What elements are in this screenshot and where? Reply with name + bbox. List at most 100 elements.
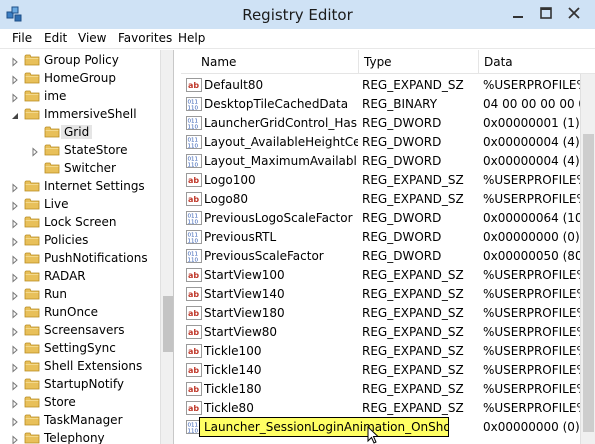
table-row[interactable]: 011 110 Layout_AvailableHeightCells REG_DWO… — [181, 133, 580, 152]
tree-item[interactable]: TaskManager — [0, 412, 160, 430]
table-row[interactable]: 011 110 PreviousScaleFactor REG_DWORD 0x0000… — [181, 247, 580, 266]
value-data: %USERPROFILE%\ — [483, 78, 580, 92]
column-divider[interactable] — [478, 50, 479, 74]
tree-item[interactable]: ImmersiveShell — [0, 106, 160, 124]
value-type: REG_EXPAND_SZ — [362, 306, 464, 320]
table-row[interactable]: ab StartView80 REG_EXPAND_SZ %USERPROFILE%\ — [181, 323, 580, 342]
tree-item-label: RunOnce — [44, 305, 99, 319]
value-name: PreviousLogoScaleFactor — [204, 211, 353, 225]
tree-item[interactable]: ime — [0, 88, 160, 106]
expand-arrow-icon[interactable] — [30, 146, 40, 157]
registry-key-tree[interactable]: Group Policy HomeGroup ime ImmersiveShell Gr… — [0, 50, 174, 444]
value-name: Default80 — [204, 78, 264, 92]
tree-item[interactable]: SettingSync — [0, 340, 160, 358]
tree-item[interactable]: StartupNotify — [0, 376, 160, 394]
expand-arrow-icon[interactable] — [10, 380, 20, 391]
minimize-icon[interactable] — [509, 4, 527, 22]
value-type: REG_DWORD — [362, 230, 442, 244]
string-value-icon: ab — [186, 363, 202, 377]
table-row[interactable]: 011 110 DesktopTileCachedData REG_BINARY 04 … — [181, 95, 580, 114]
title-bar[interactable]: Registry Editor — [0, 0, 595, 29]
expand-arrow-icon[interactable] — [10, 272, 20, 283]
expand-arrow-icon[interactable] — [10, 200, 20, 211]
table-row[interactable]: 011 110 PreviousRTL REG_DWORD 0x00000000 (0) — [181, 228, 580, 247]
tree-item[interactable]: RADAR — [0, 268, 160, 286]
table-row[interactable]: ab StartView100 REG_EXPAND_SZ %USERPROFILE%… — [181, 266, 580, 285]
close-icon[interactable] — [565, 4, 583, 22]
tree-item-label: Live — [44, 197, 69, 211]
folder-icon — [24, 359, 40, 373]
table-row[interactable]: ab StartView140 REG_EXPAND_SZ %USERPROFILE%… — [181, 285, 580, 304]
expand-arrow-icon[interactable] — [10, 218, 20, 229]
table-row[interactable]: ab Logo100 REG_EXPAND_SZ %USERPROFILE%\ — [181, 171, 580, 190]
list-scrollbar[interactable] — [580, 74, 595, 444]
menu-favorites[interactable]: Favorites — [118, 31, 172, 45]
menu-edit[interactable]: Edit — [44, 31, 67, 45]
expand-arrow-icon[interactable] — [10, 254, 20, 265]
expand-arrow-icon[interactable] — [10, 434, 20, 444]
svg-text:110: 110 — [188, 125, 199, 131]
column-header-data[interactable]: Data — [484, 55, 513, 69]
expand-arrow-icon[interactable] — [10, 326, 20, 337]
registry-values-list[interactable]: Name Type Data ab Default80 REG_EXPAND_SZ%… — [181, 50, 595, 444]
maximize-icon[interactable] — [537, 4, 555, 22]
tree-item[interactable]: Screensavers — [0, 322, 160, 340]
tree-item[interactable]: Policies — [0, 232, 160, 250]
column-header-type[interactable]: Type — [364, 55, 392, 69]
table-row[interactable]: ab Tickle100 REG_EXPAND_SZ %USERPROFILE%\ — [181, 342, 580, 361]
svg-text:110: 110 — [188, 220, 199, 226]
table-row[interactable]: ab Default80 REG_EXPAND_SZ %USERPROFILE%\ — [181, 76, 580, 95]
table-row[interactable]: ab Tickle80 REG_EXPAND_SZ %USERPROFILE%\ — [181, 399, 580, 418]
tree-item[interactable]: Grid — [20, 124, 160, 142]
tree-item[interactable]: Internet Settings — [0, 178, 160, 196]
table-row[interactable]: ab StartView180 REG_EXPAND_SZ %USERPROFILE%… — [181, 304, 580, 323]
expand-arrow-icon[interactable] — [10, 362, 20, 373]
expand-arrow-icon[interactable] — [10, 344, 20, 355]
menu-file[interactable]: File — [12, 31, 32, 45]
collapse-arrow-icon[interactable] — [10, 110, 20, 120]
tree-item[interactable]: Live — [0, 196, 160, 214]
tree-item[interactable]: Switcher — [20, 160, 160, 178]
tree-scrollbar[interactable] — [160, 50, 173, 444]
tree-item[interactable]: Store — [0, 394, 160, 412]
tree-item[interactable]: Group Policy — [0, 52, 160, 70]
tree-item[interactable]: RunOnce — [0, 304, 160, 322]
rename-value-input[interactable]: Launcher_SessionLoginAnimation_OnShow — [199, 417, 449, 437]
table-row[interactable]: ab Tickle180 REG_EXPAND_SZ %USERPROFILE%\ — [181, 380, 580, 399]
string-value-icon: ab — [186, 344, 202, 358]
table-row[interactable]: ab Tickle140 REG_EXPAND_SZ %USERPROFILE%\ — [181, 361, 580, 380]
menu-help[interactable]: Help — [178, 31, 205, 45]
tree-item[interactable]: Telephony — [0, 430, 160, 444]
tree-item[interactable]: StateStore — [20, 142, 160, 160]
tree-scrollbar-thumb[interactable] — [163, 296, 173, 352]
value-data: %USERPROFILE%\ — [483, 173, 580, 187]
binary-value-icon: 011 110 — [186, 97, 202, 112]
expand-arrow-icon[interactable] — [10, 182, 20, 193]
value-type: REG_EXPAND_SZ — [362, 192, 464, 206]
expand-arrow-icon[interactable] — [10, 92, 20, 103]
value-data: 0x00000000 (0) — [483, 230, 580, 244]
folder-icon — [24, 323, 40, 337]
value-type: REG_EXPAND_SZ — [362, 363, 464, 377]
expand-arrow-icon[interactable] — [10, 308, 20, 319]
expand-arrow-icon[interactable] — [10, 416, 20, 427]
expand-arrow-icon[interactable] — [10, 236, 20, 247]
tree-item[interactable]: PushNotifications — [0, 250, 160, 268]
tree-item[interactable]: HomeGroup — [0, 70, 160, 88]
value-name: StartView140 — [204, 287, 285, 301]
column-divider[interactable] — [358, 50, 359, 74]
table-row[interactable]: 011 110 Layout_MaximumAvailabl... REG_DWORD… — [181, 152, 580, 171]
expand-arrow-icon[interactable] — [10, 56, 20, 67]
tree-item[interactable]: Shell Extensions — [0, 358, 160, 376]
table-row[interactable]: 011 110 LauncherGridControl_Has... REG_DWOR… — [181, 114, 580, 133]
tree-item[interactable]: Lock Screen — [0, 214, 160, 232]
expand-arrow-icon[interactable] — [10, 290, 20, 301]
expand-arrow-icon[interactable] — [10, 398, 20, 409]
table-row[interactable]: 011 110 PreviousLogoScaleFactor REG_DWORD 0x… — [181, 209, 580, 228]
list-scrollbar-thumb[interactable] — [583, 134, 594, 432]
column-header-name[interactable]: Name — [201, 55, 236, 69]
table-row[interactable]: ab Logo80 REG_EXPAND_SZ %USERPROFILE%\ — [181, 190, 580, 209]
expand-arrow-icon[interactable] — [10, 74, 20, 85]
tree-item[interactable]: Run — [0, 286, 160, 304]
menu-view[interactable]: View — [78, 31, 106, 45]
